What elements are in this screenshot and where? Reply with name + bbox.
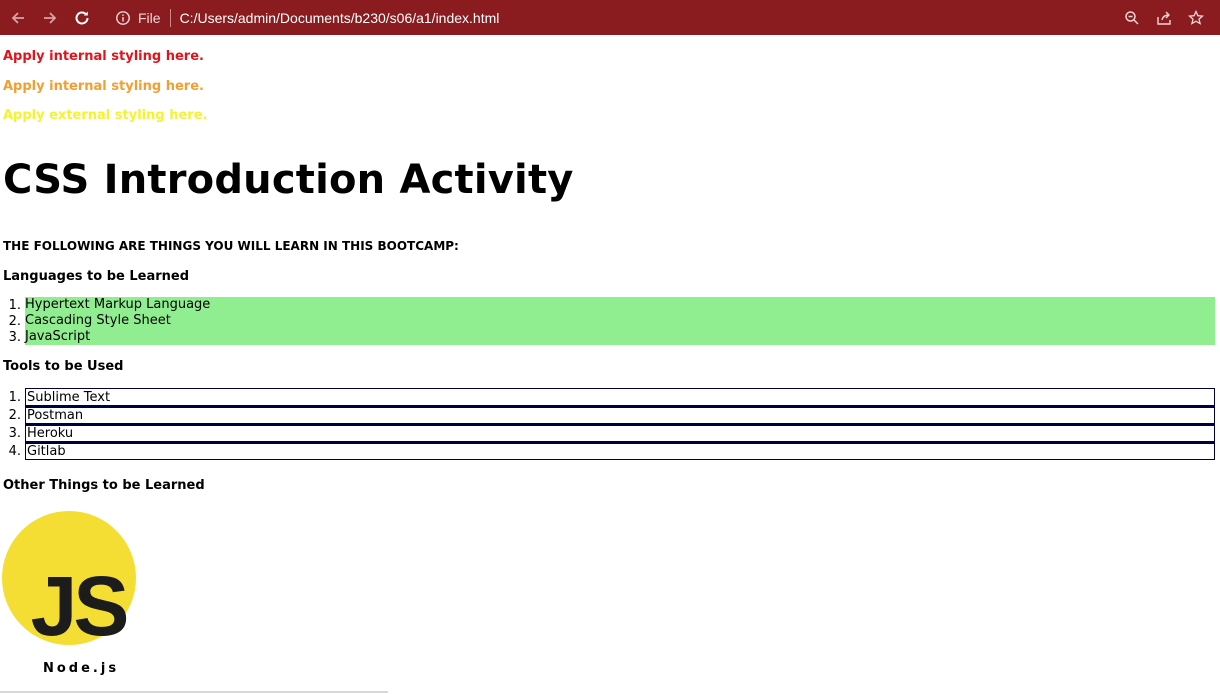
list-item: 2. Cascading Style Sheet	[0, 313, 1215, 329]
back-icon	[11, 11, 24, 24]
list-item-label: Cascading Style Sheet	[25, 313, 1215, 329]
list-item-label: Postman	[25, 406, 1215, 424]
address-bar[interactable]: File C:/Users/admin/Documents/b230/s06/a…	[106, 4, 1216, 31]
list-number: 2.	[8, 407, 21, 423]
url-text[interactable]: C:/Users/admin/Documents/b230/s06/a1/ind…	[180, 10, 500, 26]
js-logo-icon: JS	[2, 511, 136, 645]
share-button[interactable]	[1148, 0, 1180, 35]
list-number: 2.	[8, 313, 21, 329]
browser-toolbar: File C:/Users/admin/Documents/b230/s06/a…	[0, 0, 1220, 35]
address-separator	[169, 8, 171, 27]
bottom-divider	[0, 691, 388, 693]
url-scheme-label: File	[138, 9, 161, 26]
list-item-label: Hypertext Markup Language	[25, 297, 1215, 313]
page-title: CSS Introduction Activity	[3, 157, 574, 203]
list-item-label: Heroku	[25, 424, 1215, 442]
list-item: 4. Gitlab	[0, 442, 1215, 460]
languages-heading: Languages to be Learned	[3, 269, 190, 284]
tools-list: 1. Sublime Text 2. Postman 3. Heroku 4. Gitl…	[0, 388, 1215, 460]
list-number: 3.	[8, 425, 21, 441]
list-item: 1. Sublime Text	[0, 388, 1215, 406]
list-item-label: JavaScript	[25, 329, 1215, 345]
star-icon	[1188, 9, 1204, 25]
list-item: 3. Heroku	[0, 424, 1215, 442]
languages-list: 1. Hypertext Markup Language 2. Cascading …	[0, 297, 1215, 345]
toolbar-actions	[1116, 0, 1212, 35]
section-subtitle: THE FOLLOWING ARE THINGS YOU WILL LEARN …	[3, 239, 459, 253]
list-number: 1.	[8, 389, 21, 405]
other-things-heading: Other Things to be Learned	[3, 478, 205, 493]
list-item-label: Gitlab	[25, 442, 1215, 460]
list-item-label: Sublime Text	[25, 388, 1215, 406]
back-button[interactable]	[2, 0, 34, 35]
reload-button[interactable]	[66, 0, 98, 35]
list-item: 3. JavaScript	[0, 329, 1215, 345]
list-number: 3.	[8, 329, 21, 345]
zoom-icon	[1125, 10, 1139, 25]
external-styling-paragraph: Apply external styling here.	[3, 108, 208, 123]
list-number: 4.	[8, 443, 21, 459]
list-item: 1. Hypertext Markup Language	[0, 297, 1215, 313]
forward-icon	[44, 11, 57, 24]
bookmark-button[interactable]	[1180, 0, 1212, 35]
js-logo-text: JS	[31, 559, 127, 645]
list-item: 2. Postman	[0, 406, 1215, 424]
forward-button[interactable]	[34, 0, 66, 35]
reload-icon	[75, 11, 89, 24]
internal-styling-paragraph-2: Apply internal styling here.	[3, 79, 204, 94]
tools-heading: Tools to be Used	[3, 359, 124, 374]
internal-styling-paragraph-1: Apply internal styling here.	[3, 49, 204, 64]
info-icon[interactable]	[114, 9, 132, 27]
logo-caption: Node.js	[43, 661, 120, 676]
zoom-button[interactable]	[1116, 0, 1148, 35]
share-icon	[1157, 11, 1171, 25]
list-number: 1.	[8, 297, 21, 313]
